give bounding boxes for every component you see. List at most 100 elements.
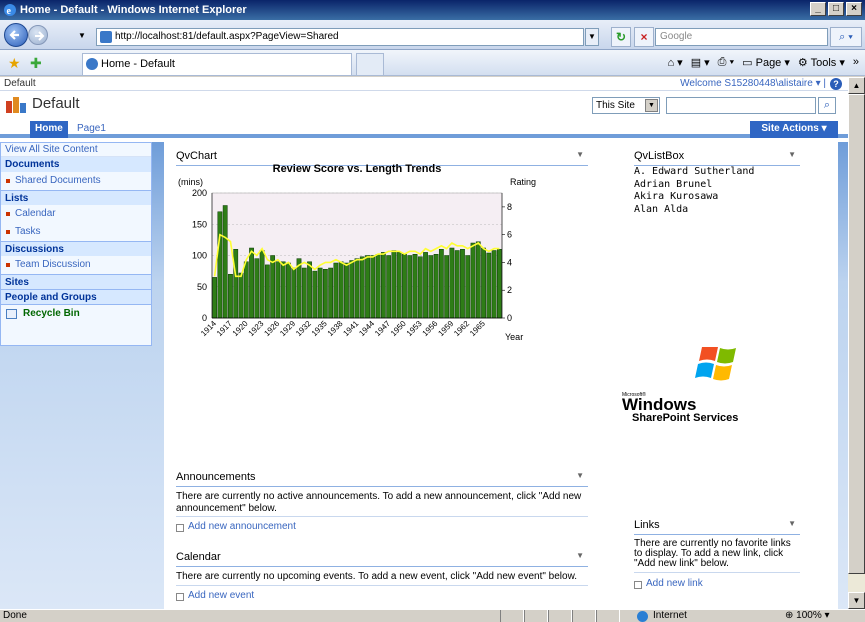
bar (228, 274, 233, 319)
bar (428, 255, 434, 319)
back-button[interactable] (4, 23, 28, 47)
bar (217, 211, 223, 319)
nav-header-documents[interactable]: Documents (1, 157, 151, 172)
nav-item-calendar[interactable]: Calendar (1, 205, 151, 223)
favorites-star-icon[interactable]: ★ (8, 55, 21, 72)
nav-header-sites[interactable]: Sites (1, 274, 151, 289)
bar (460, 249, 465, 319)
announcements-menu-icon[interactable]: ▼ (576, 471, 584, 480)
close-button[interactable]: × (846, 2, 862, 16)
calendar-menu-icon[interactable]: ▼ (576, 551, 584, 560)
page-menu-label: Page (755, 57, 782, 69)
history-dropdown-icon[interactable]: ▼ (75, 28, 89, 46)
vertical-scrollbar[interactable]: ▲ ▼ (848, 77, 865, 609)
qvchart: Review Score vs. Length Trends (mins) Rati… (178, 163, 536, 342)
scroll-up-icon[interactable]: ▲ (848, 77, 865, 94)
refresh-button[interactable]: ↻ (611, 27, 631, 47)
zone-label: Internet (653, 610, 687, 621)
x-tick-label: 1950 (389, 319, 408, 338)
scroll-thumb[interactable] (848, 94, 865, 574)
view-all-content-link[interactable]: View All Site Content (1, 143, 151, 157)
add-announcement-link[interactable]: Add new announcement (176, 521, 296, 532)
maximize-button[interactable]: □ (828, 2, 844, 16)
x-tick-label: 1956 (421, 319, 440, 338)
recycle-bin-link[interactable]: Recycle Bin (1, 304, 151, 322)
search-input[interactable]: Google (655, 28, 828, 46)
qvlistbox-menu-icon[interactable]: ▼ (788, 150, 796, 159)
nav-item-team-discussion[interactable]: Team Discussion (1, 256, 151, 274)
bar (475, 241, 481, 319)
y-tick-label: 200 (192, 188, 207, 198)
y-tick-label: 0 (202, 313, 207, 323)
home-icon[interactable]: ⌂ ▾ (667, 56, 682, 69)
bar (212, 277, 218, 319)
listbox-item[interactable]: Akira Kurosawa (634, 191, 754, 204)
welcome-menu[interactable]: Welcome S15280448\alistaire ▾ | (680, 77, 826, 91)
site-actions-button[interactable]: Site Actions ▾ (750, 121, 838, 138)
add-event-link[interactable]: Add new event (176, 590, 254, 601)
nav-header-people-groups[interactable]: People and Groups (1, 289, 151, 304)
zoom-icon: ⊕ (785, 610, 794, 621)
y-tick-label: 100 (192, 251, 207, 261)
forward-button[interactable] (28, 25, 48, 45)
listbox: A. Edward Sutherland Adrian Brunel Akira… (634, 166, 754, 216)
bar (243, 261, 249, 319)
bar (433, 254, 439, 319)
zoom-value: 100% (796, 610, 822, 621)
chevron-more-icon[interactable]: » (853, 56, 859, 69)
tab-label: Home - Default (101, 58, 175, 70)
calendar-webpart-title: Calendar ▼ (176, 551, 588, 567)
tab-page1[interactable]: Page1 (72, 121, 111, 138)
url-field[interactable]: http://localhost:81/default.aspx?PageVie… (96, 28, 584, 46)
site-search-go-icon[interactable]: ⌕ (818, 97, 836, 114)
add-favorites-icon[interactable]: ✚ (30, 55, 42, 72)
nav-header-discussions[interactable]: Discussions (1, 241, 151, 256)
zoom-level[interactable]: ⊕ 100% ▾ (785, 610, 830, 622)
url-dropdown-icon[interactable]: ▼ (585, 28, 599, 46)
security-zone[interactable]: Internet (635, 610, 765, 622)
search-scope-value: This Site (596, 100, 635, 111)
feeds-icon[interactable]: ▤ ▾ (691, 56, 710, 69)
bar (417, 256, 423, 319)
calendar-title: Calendar (176, 551, 221, 563)
breadcrumb[interactable]: Default (4, 77, 36, 91)
listbox-item[interactable]: A. Edward Sutherland (634, 166, 754, 179)
bar (370, 255, 376, 319)
listbox-item[interactable]: Adrian Brunel (634, 179, 754, 192)
tools-menu[interactable]: ⚙ Tools ▾ (798, 56, 845, 69)
bar (349, 260, 355, 319)
qvchart-menu-icon[interactable]: ▼ (576, 150, 584, 159)
new-tab-button[interactable] (356, 53, 384, 75)
bar (338, 261, 344, 319)
forward-arrow-icon (35, 31, 45, 41)
minimize-button[interactable]: _ (810, 2, 826, 16)
search-button[interactable]: ⌕ ▾ (830, 27, 862, 47)
recycle-bin-icon (6, 309, 17, 319)
listbox-item[interactable]: Alan Alda (634, 204, 754, 217)
bar (359, 256, 365, 319)
stop-button[interactable]: × (634, 27, 654, 47)
scroll-down-icon[interactable]: ▼ (848, 592, 865, 609)
add-link-link[interactable]: Add new link (634, 578, 703, 589)
links-empty-text: There are currently no favorite links to… (634, 538, 791, 569)
sp-top-bar: Default Welcome S15280448\alistaire ▾ | … (0, 77, 848, 91)
search-scope-select[interactable]: This Site ▼ (592, 97, 660, 114)
links-menu-icon[interactable]: ▼ (788, 519, 796, 528)
bar (391, 250, 397, 319)
address-bar: ▼ http://localhost:81/default.aspx?PageV… (0, 20, 865, 50)
x-tick-label: 1923 (247, 319, 266, 338)
tab-home[interactable]: Home (30, 121, 68, 138)
browser-tab-home[interactable]: Home - Default (82, 53, 352, 75)
site-logo-icon (6, 97, 26, 113)
bar (438, 249, 444, 319)
site-search-input[interactable] (666, 97, 816, 114)
print-icon[interactable]: ⎙ ▾ (718, 56, 734, 69)
bar (444, 255, 450, 319)
help-icon[interactable]: ? (830, 78, 842, 90)
nav-item-tasks[interactable]: Tasks (1, 223, 151, 241)
bar (333, 262, 339, 319)
nav-item-shared-documents[interactable]: Shared Documents (1, 172, 151, 190)
nav-header-lists[interactable]: Lists (1, 190, 151, 205)
page-menu[interactable]: ▭ Page ▾ (742, 56, 790, 69)
x-tick-label: 1929 (278, 319, 297, 338)
